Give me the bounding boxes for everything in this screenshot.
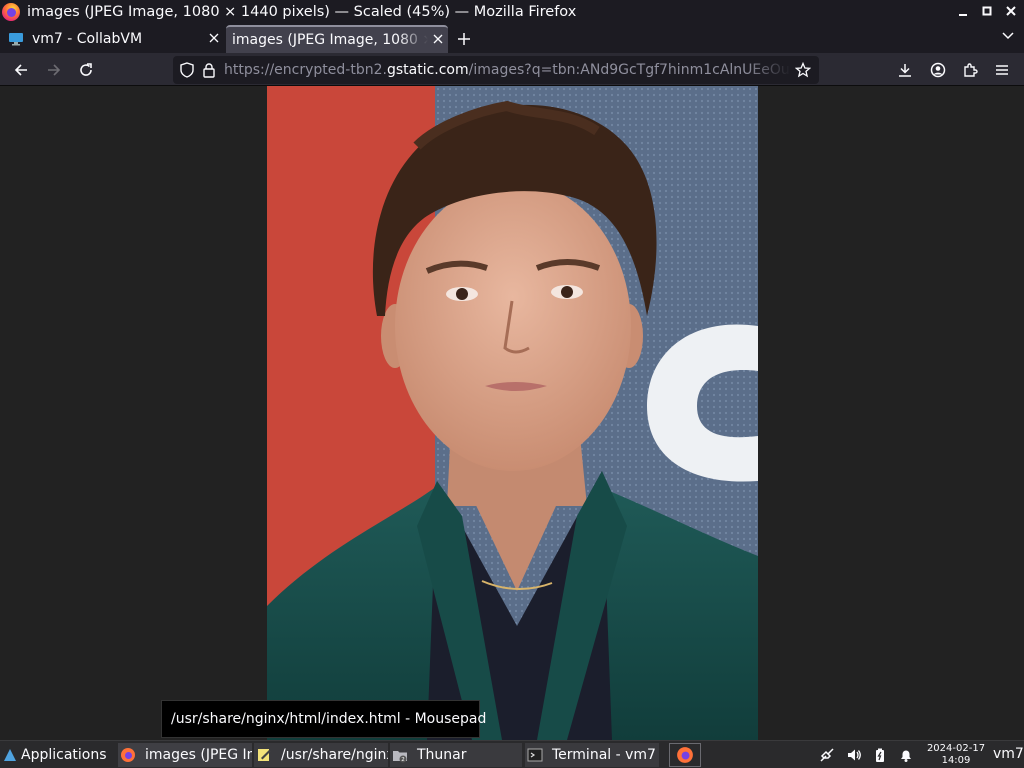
speaker-icon <box>848 749 861 761</box>
close-icon <box>209 33 219 43</box>
tab-strip: vm7 - CollabVM images (JPEG Image, 1080 … <box>0 23 1024 53</box>
firefox-icon <box>121 748 135 762</box>
user-name[interactable]: vm7 <box>993 746 1024 762</box>
taskbar-item-label: /usr/share/nginx/html/index.html - Mouse… <box>281 747 388 763</box>
taskbar-tooltip: /usr/share/nginx/html/index.html - Mouse… <box>161 700 486 738</box>
monitor-icon <box>9 33 23 46</box>
close-icon <box>1006 6 1016 16</box>
notifications-tray-button[interactable] <box>897 746 915 764</box>
maximize-icon <box>982 6 992 16</box>
tab-label: images (JPEG Image, 1080 × 1440 pixels) <box>232 32 428 48</box>
window-titlebar: images (JPEG Image, 1080 × 1440 pixels) … <box>0 0 1024 23</box>
terminal-icon <box>527 748 543 762</box>
tracking-protection-shield-icon[interactable] <box>179 62 195 78</box>
taskbar-item-label: Thunar <box>417 747 467 763</box>
minimize-icon <box>959 14 967 16</box>
minimize-button[interactable] <box>954 2 972 20</box>
tab-label: vm7 - CollabVM <box>32 31 143 47</box>
portrait-photo[interactable] <box>267 86 758 740</box>
address-bar[interactable]: https://encrypted-tbn2.gstatic.com/image… <box>173 56 819 84</box>
account-icon <box>930 62 946 78</box>
clock[interactable]: 2024-02-17 14:09 <box>926 743 986 767</box>
close-icon <box>433 34 443 44</box>
reload-icon <box>80 63 92 76</box>
arrow-left-icon <box>14 64 27 76</box>
text-editor-icon <box>258 749 271 761</box>
image-viewer <box>0 86 1024 740</box>
maximize-button[interactable] <box>978 2 996 20</box>
taskbar-item-label: Terminal - vm7 <box>552 747 656 763</box>
puzzle-piece-icon <box>964 63 978 77</box>
download-icon <box>899 64 911 77</box>
file-manager-icon: 2 <box>393 751 407 763</box>
taskbar-item-label: images (JPEG Image, 1080 × 1440 pixels) … <box>145 747 252 763</box>
arrow-right-icon <box>48 64 61 76</box>
tab-collabvm[interactable]: vm7 - CollabVM <box>0 25 224 53</box>
tab-close-button[interactable] <box>204 31 224 47</box>
taskbar-item-mousepad[interactable]: /usr/share/nginx/html/index.html - Mouse… <box>254 743 388 767</box>
tab-images[interactable]: images (JPEG Image, 1080 × 1440 pixels) <box>226 25 448 53</box>
app-menu-button[interactable] <box>989 57 1015 83</box>
bookmark-star-button[interactable] <box>791 58 815 82</box>
panel-taskbar: Applications images (JPEG Image, 1080 × … <box>0 740 1024 768</box>
reload-button[interactable] <box>73 57 99 83</box>
lock-icon[interactable] <box>202 62 216 78</box>
clock-time: 14:09 <box>941 755 971 766</box>
power-tray-button[interactable] <box>871 746 889 764</box>
navigation-toolbar: https://encrypted-tbn2.gstatic.com/image… <box>0 53 1024 86</box>
workspace-switcher[interactable] <box>669 743 701 767</box>
xfce-logo-icon <box>4 749 16 761</box>
forward-button[interactable] <box>41 57 67 83</box>
tab-close-button[interactable] <box>428 32 448 48</box>
applications-label: Applications <box>21 747 107 763</box>
new-tab-button[interactable] <box>452 28 476 52</box>
window-controls <box>954 2 1020 20</box>
taskbar-item-thunar[interactable]: 2 Thunar <box>390 743 522 767</box>
url-host: gstatic.com <box>386 62 469 78</box>
bell-icon <box>901 750 911 762</box>
window-title: images (JPEG Image, 1080 × 1440 pixels) … <box>27 3 577 20</box>
list-all-tabs-button[interactable] <box>998 29 1018 49</box>
back-button[interactable] <box>8 57 34 83</box>
firefox-icon <box>2 2 20 21</box>
battery-icon <box>876 748 884 762</box>
star-icon <box>795 62 811 78</box>
volume-tray-button[interactable] <box>845 746 863 764</box>
network-icon <box>820 748 834 762</box>
downloads-button[interactable] <box>892 57 918 83</box>
url-input[interactable]: https://encrypted-tbn2.gstatic.com/image… <box>224 62 791 78</box>
chevron-down-icon <box>1002 32 1014 40</box>
applications-menu-button[interactable]: Applications <box>2 743 116 767</box>
hamburger-menu-icon <box>996 65 1008 75</box>
taskbar-item-firefox[interactable]: images (JPEG Image, 1080 × 1440 pixels) … <box>118 743 252 767</box>
thunar-window-count: 2 <box>401 757 405 763</box>
plus-icon <box>458 33 470 45</box>
firefox-icon <box>677 747 693 763</box>
extensions-button[interactable] <box>957 57 983 83</box>
url-path: /images?q=tbn:ANd9GcTgf7hinm1cAlnUEeOu <box>468 62 790 78</box>
account-button[interactable] <box>925 57 951 83</box>
url-prefix: https://encrypted-tbn2. <box>224 62 387 78</box>
taskbar-item-terminal[interactable]: Terminal - vm7 <box>525 743 659 767</box>
network-tray-button[interactable] <box>818 746 836 764</box>
clock-date: 2024-02-17 <box>926 743 986 754</box>
close-window-button[interactable] <box>1002 2 1020 20</box>
